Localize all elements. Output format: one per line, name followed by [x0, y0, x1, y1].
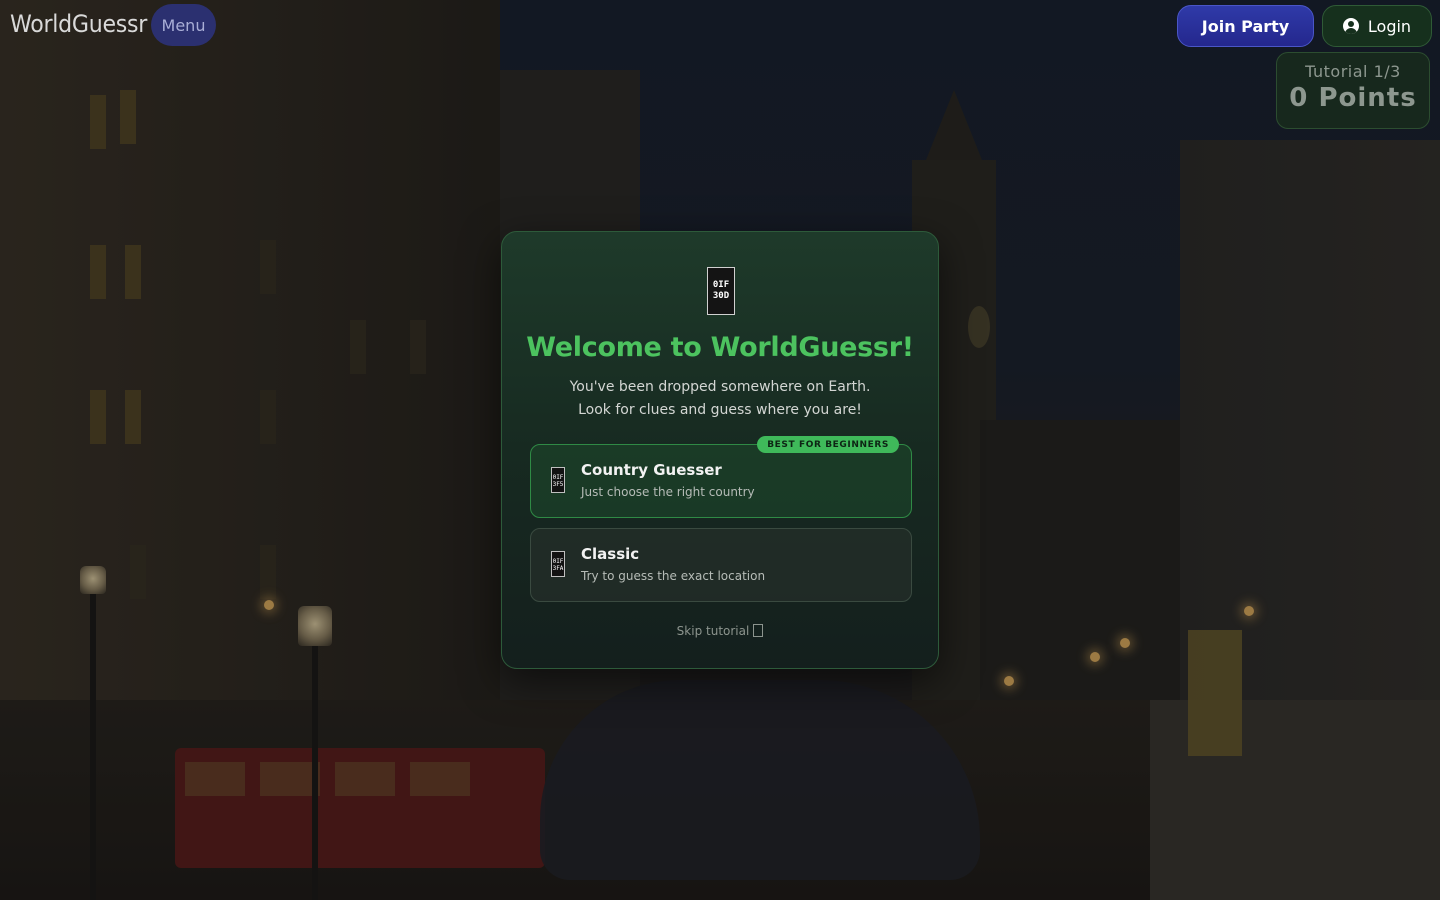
modal-title: Welcome to WorldGuessr! — [526, 332, 914, 363]
welcome-modal: 0IF 30D Welcome to WorldGuessr! You've b… — [501, 231, 939, 669]
score-panel: Tutorial 1/3 0 Points — [1276, 52, 1430, 129]
join-party-label: Join Party — [1201, 16, 1290, 36]
country-mode-icon: 0IF 3F5 — [551, 467, 565, 493]
modal-subtitle: You've been dropped somewhere on Earth. … — [502, 376, 938, 422]
user-icon — [1342, 18, 1359, 34]
option-description: Try to guess the exact location — [581, 569, 766, 583]
tutorial-progress: Tutorial 1/3 — [1305, 62, 1401, 81]
points-display: 0 Points — [1289, 83, 1417, 113]
login-label: Login — [1367, 16, 1412, 36]
classic-option[interactable]: 0IF 3FA Classic Try to guess the exact l… — [530, 528, 912, 602]
globe-icon: 0IF 30D — [707, 267, 735, 315]
join-party-button[interactable]: Join Party — [1177, 5, 1314, 47]
menu-button[interactable]: Menu — [151, 4, 216, 46]
skip-tutorial-link[interactable]: Skip tutorial — [502, 624, 938, 638]
option-name: Country Guesser — [581, 461, 722, 479]
app-logo: WorldGuessr — [10, 10, 148, 38]
arrow-icon — [753, 624, 764, 637]
classic-mode-icon: 0IF 3FA — [551, 551, 565, 577]
country-guesser-option[interactable]: BEST FOR BEGINNERS 0IF 3F5 Country Guess… — [530, 436, 912, 518]
subtitle-line: You've been dropped somewhere on Earth. — [569, 379, 871, 395]
option-description: Just choose the right country — [581, 485, 755, 499]
subtitle-line: Look for clues and guess where you are! — [578, 402, 862, 418]
skip-tutorial-label: Skip tutorial — [676, 624, 750, 638]
option-name: Classic — [581, 545, 640, 563]
best-for-beginners-badge: BEST FOR BEGINNERS — [757, 436, 899, 453]
login-button[interactable]: Login — [1322, 5, 1432, 47]
